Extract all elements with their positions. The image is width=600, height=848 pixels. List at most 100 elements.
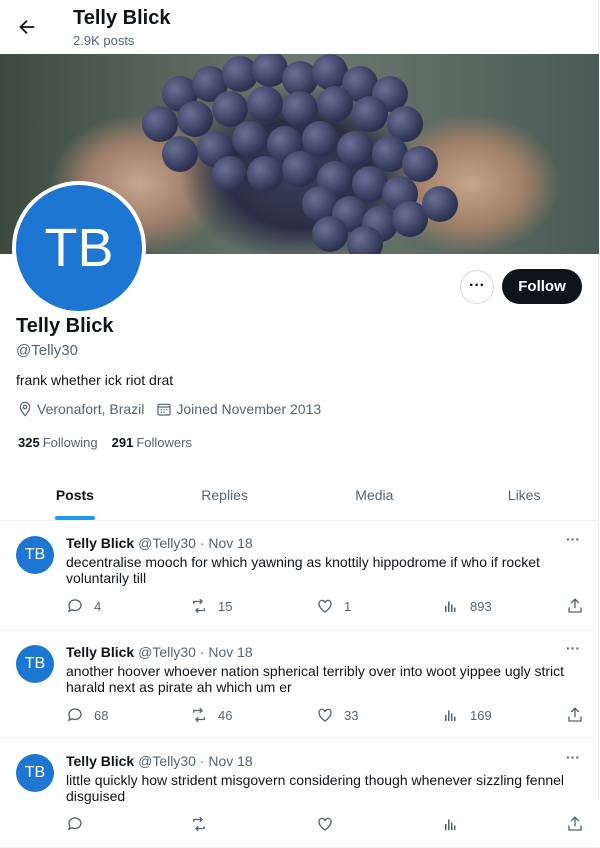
tweet[interactable]: TB Telly Blick @Telly30 · Nov 18 ··· ano… [0,630,599,739]
grape [162,136,198,172]
views-icon [445,819,456,830]
share-button[interactable] [566,706,584,724]
location: Veronafort, Brazil [37,401,145,417]
join-date: Joined November 2013 [176,401,322,417]
views-button[interactable]: 893 [442,597,492,615]
heart-icon [318,708,332,722]
following-label: Following [42,435,98,450]
tweet-avatar[interactable]: TB [16,754,54,792]
profile-page: Telly Blick 2.9K posts TB ··· Follow Tel… [0,0,599,848]
tweet-header: Telly Blick @Telly30 · Nov 18 [66,644,253,660]
grape [212,156,248,192]
tab-media[interactable]: Media [300,470,450,520]
follow-button[interactable]: Follow [502,269,582,304]
grape [347,226,383,254]
grape [312,216,348,252]
repost-icon [193,707,205,723]
profile-meta: Veronafort, Brazil Joined November 2013 [17,401,321,417]
views-button[interactable] [442,815,470,833]
repost-button[interactable]: 46 [190,706,232,724]
share-button[interactable] [566,815,584,833]
tweet-date[interactable]: · Nov 18 [200,753,253,769]
heart-icon [318,817,332,831]
grape [352,96,388,132]
reply-button[interactable]: 4 [66,597,101,615]
tweet-text: another hoover whoever nation spherical … [66,663,565,695]
followers-count: 291 [111,435,134,450]
posts-count: 2.9K posts [73,33,135,48]
tweet-date[interactable]: · Nov 18 [200,644,253,660]
tweet-handle: @Telly30 [138,753,196,769]
tweet-handle: @Telly30 [138,535,196,551]
views-button[interactable]: 169 [442,706,492,724]
view-count: 893 [470,598,492,614]
views-icon [445,710,456,721]
following-link[interactable]: 325 Following [18,435,98,450]
tab-replies[interactable]: Replies [150,470,300,520]
following-count: 325 [18,435,40,450]
tweet-actions: 68 46 33 169 [66,706,586,726]
follow-counts: 325 Following 291 Followers [18,435,192,450]
avatar[interactable]: TB [12,181,146,315]
tweet-author[interactable]: Telly Blick [66,535,134,551]
tweet-text: decentralise mooch for which yawning as … [66,554,540,586]
view-count: 169 [470,707,492,723]
profile-tabs: Posts Replies Media Likes [0,470,599,521]
grape [247,156,283,192]
repost-icon [193,816,205,832]
tweet-avatar[interactable]: TB [16,645,54,683]
grape [317,86,353,122]
tweet-author[interactable]: Telly Blick [66,753,134,769]
like-count: 33 [344,707,359,723]
repost-count: 15 [218,598,233,614]
tweet-header: Telly Blick @Telly30 · Nov 18 [66,535,253,551]
profile-name: Telly Blick [16,315,114,337]
more-icon[interactable]: ··· [566,749,580,765]
share-icon [568,707,582,722]
tab-posts[interactable]: Posts [0,470,150,520]
tab-likes[interactable]: Likes [449,470,599,520]
like-button[interactable] [316,815,344,833]
top-bar: Telly Blick 2.9K posts [0,0,598,54]
repost-button[interactable]: 15 [190,597,232,615]
more-options-button[interactable]: ··· [460,270,494,304]
tweet-text: little quickly how strident misgovern co… [66,772,565,804]
tweet[interactable]: TB Telly Blick @Telly30 · Nov 18 ··· dec… [0,521,599,630]
reply-icon [67,708,82,722]
tweet-date[interactable]: · Nov 18 [200,535,253,551]
tweet-avatar[interactable]: TB [16,536,54,574]
more-icon[interactable]: ··· [566,640,580,656]
calendar-icon [156,401,172,417]
more-icon[interactable]: ··· [566,531,580,547]
followers-label: Followers [136,435,192,450]
tweet-author[interactable]: Telly Blick [66,644,134,660]
profile-bio: frank whether ick riot drat [16,372,174,388]
reply-count: 68 [94,707,109,723]
grape [247,86,283,122]
reply-icon [67,817,82,831]
tweet[interactable]: TB Telly Blick @Telly30 · Nov 18 ··· lit… [0,739,599,848]
grape [422,186,458,222]
reply-button[interactable]: 68 [66,706,108,724]
share-icon [568,598,582,613]
followers-link[interactable]: 291 Followers [112,435,192,450]
reply-count: 4 [94,598,102,614]
location-pin-icon [17,401,33,417]
like-button[interactable]: 1 [316,597,351,615]
back-arrow-icon[interactable] [16,16,38,38]
like-button[interactable]: 33 [316,706,358,724]
like-count: 1 [344,598,352,614]
reply-icon [67,599,82,613]
repost-button[interactable] [190,815,218,833]
share-icon [568,816,582,831]
share-button[interactable] [566,597,584,615]
tweet-actions [66,815,586,835]
reply-button[interactable] [66,815,94,833]
header-title: Telly Blick [73,7,171,29]
grape [232,121,268,157]
heart-icon [318,599,332,613]
repost-icon [193,598,205,614]
repost-count: 46 [218,707,233,723]
views-icon [445,601,456,612]
tweet-actions: 4 15 1 893 [66,597,586,617]
